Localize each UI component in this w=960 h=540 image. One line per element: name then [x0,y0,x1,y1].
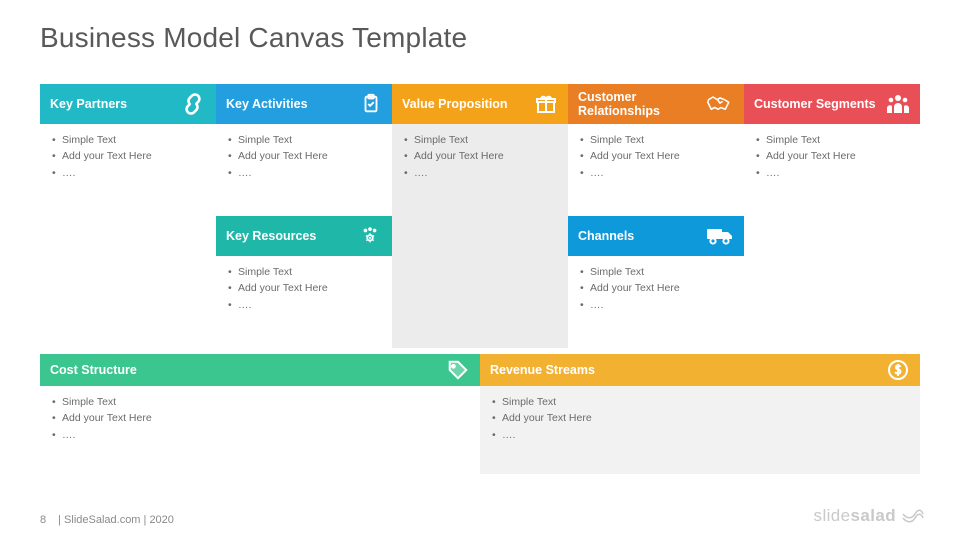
bullet: Simple Text [492,394,910,410]
clipboard-icon [360,93,382,115]
page-title: Business Model Canvas Template [40,22,467,54]
price-tag-icon [446,359,470,381]
block-cust-seg: Customer Segments Simple Text Add your T… [744,84,920,348]
truck-icon [706,226,734,246]
bullet: …. [228,165,382,181]
bullet: …. [52,165,206,181]
bullet: Add your Text Here [404,148,558,164]
bullet: …. [52,427,470,443]
brand-part1: slide [814,506,851,526]
label-cost-structure: Cost Structure [50,363,137,377]
header-key-resources: Key Resources [216,216,392,256]
bullet: Simple Text [404,132,558,148]
page-number: 8 [40,514,46,526]
bullets-revenue-streams: Simple Text Add your Text Here …. [490,394,910,443]
body-cost-structure: Simple Text Add your Text Here …. [40,386,480,474]
dollar-circle-icon [886,358,910,382]
block-cust-rel: Customer Relationships Simple Text Add y… [568,84,744,216]
bullet: Add your Text Here [228,280,382,296]
bullet: …. [580,297,734,313]
label-channels: Channels [578,229,634,243]
bullet: Simple Text [52,132,206,148]
bullets-key-activities: Simple Text Add your Text Here …. [226,132,382,181]
label-key-resources: Key Resources [226,229,316,243]
label-value-prop: Value Proposition [402,97,508,111]
block-key-partners: Key Partners Simple Text Add your Text H… [40,84,216,348]
bullet: …. [228,297,382,313]
bullet: Simple Text [580,132,734,148]
bullet: Simple Text [756,132,910,148]
block-revenue-streams: Revenue Streams Simple Text Add your Tex… [480,354,920,474]
slide: Business Model Canvas Template Key Partn… [0,0,960,540]
bullet: …. [756,165,910,181]
col-key-partners: Key Partners Simple Text Add your Text H… [40,84,216,348]
body-value-prop: Simple Text Add your Text Here …. [392,124,568,348]
bullet: Simple Text [580,264,734,280]
gift-icon [534,92,558,116]
bullet: …. [492,427,910,443]
bullet: Add your Text Here [228,148,382,164]
header-channels: Channels [568,216,744,256]
bullet: Add your Text Here [492,410,910,426]
bullet: …. [404,165,558,181]
handshake-icon [706,93,734,115]
people-gear-icon [358,225,382,247]
label-cust-rel: Customer Relationships [578,90,700,119]
header-cust-rel: Customer Relationships [568,84,744,124]
body-revenue-streams: Simple Text Add your Text Here …. [480,386,920,474]
label-cust-seg: Customer Segments [754,97,876,111]
label-key-partners: Key Partners [50,97,127,111]
bullet: Add your Text Here [52,148,206,164]
block-channels: Channels Simple Text Add your Text Here … [568,216,744,348]
brand-swirl-icon [902,508,924,524]
bullets-value-prop: Simple Text Add your Text Here …. [402,132,558,181]
brand-part2: salad [851,506,896,526]
bullets-cust-rel: Simple Text Add your Text Here …. [578,132,734,181]
bullets-key-partners: Simple Text Add your Text Here …. [50,132,206,181]
bullet: Add your Text Here [580,280,734,296]
brand-logo: slidesalad [814,506,924,526]
col-value-prop: Value Proposition Simple Text Add your T… [392,84,568,348]
col-activities-resources: Key Activities Simple Text Add your Text… [216,84,392,348]
label-revenue-streams: Revenue Streams [490,363,595,377]
header-revenue-streams: Revenue Streams [480,354,920,386]
header-value-prop: Value Proposition [392,84,568,124]
bullet: Add your Text Here [756,148,910,164]
bmc-canvas: Key Partners Simple Text Add your Text H… [40,84,920,474]
header-key-activities: Key Activities [216,84,392,124]
people-icon [886,93,910,115]
bullet: Simple Text [228,264,382,280]
col-custrel-channels: Customer Relationships Simple Text Add y… [568,84,744,348]
footer: 8 | SlideSalad.com | 2020 [40,514,174,526]
block-value-prop: Value Proposition Simple Text Add your T… [392,84,568,348]
body-key-partners: Simple Text Add your Text Here …. [40,124,216,348]
footer-credit: | SlideSalad.com | 2020 [58,514,174,526]
label-key-activities: Key Activities [226,97,308,111]
block-key-activities: Key Activities Simple Text Add your Text… [216,84,392,216]
bullets-key-resources: Simple Text Add your Text Here …. [226,264,382,313]
bullets-channels: Simple Text Add your Text Here …. [578,264,734,313]
bullet: Simple Text [52,394,470,410]
body-cust-seg: Simple Text Add your Text Here …. [744,124,920,348]
bullet: Simple Text [228,132,382,148]
header-cust-seg: Customer Segments [744,84,920,124]
body-channels: Simple Text Add your Text Here …. [568,256,744,348]
block-key-resources: Key Resources Simple Text Add your Text … [216,216,392,348]
body-cust-rel: Simple Text Add your Text Here …. [568,124,744,216]
bmc-bottom-row: Cost Structure Simple Text Add your Text… [40,354,920,474]
body-key-activities: Simple Text Add your Text Here …. [216,124,392,216]
bmc-top-row: Key Partners Simple Text Add your Text H… [40,84,920,348]
bullet: Add your Text Here [52,410,470,426]
header-cost-structure: Cost Structure [40,354,480,386]
chain-icon [180,91,206,117]
bullets-cust-seg: Simple Text Add your Text Here …. [754,132,910,181]
bullets-cost-structure: Simple Text Add your Text Here …. [50,394,470,443]
body-key-resources: Simple Text Add your Text Here …. [216,256,392,348]
bullet: Add your Text Here [580,148,734,164]
header-key-partners: Key Partners [40,84,216,124]
block-cost-structure: Cost Structure Simple Text Add your Text… [40,354,480,474]
col-cust-seg: Customer Segments Simple Text Add your T… [744,84,920,348]
bullet: …. [580,165,734,181]
